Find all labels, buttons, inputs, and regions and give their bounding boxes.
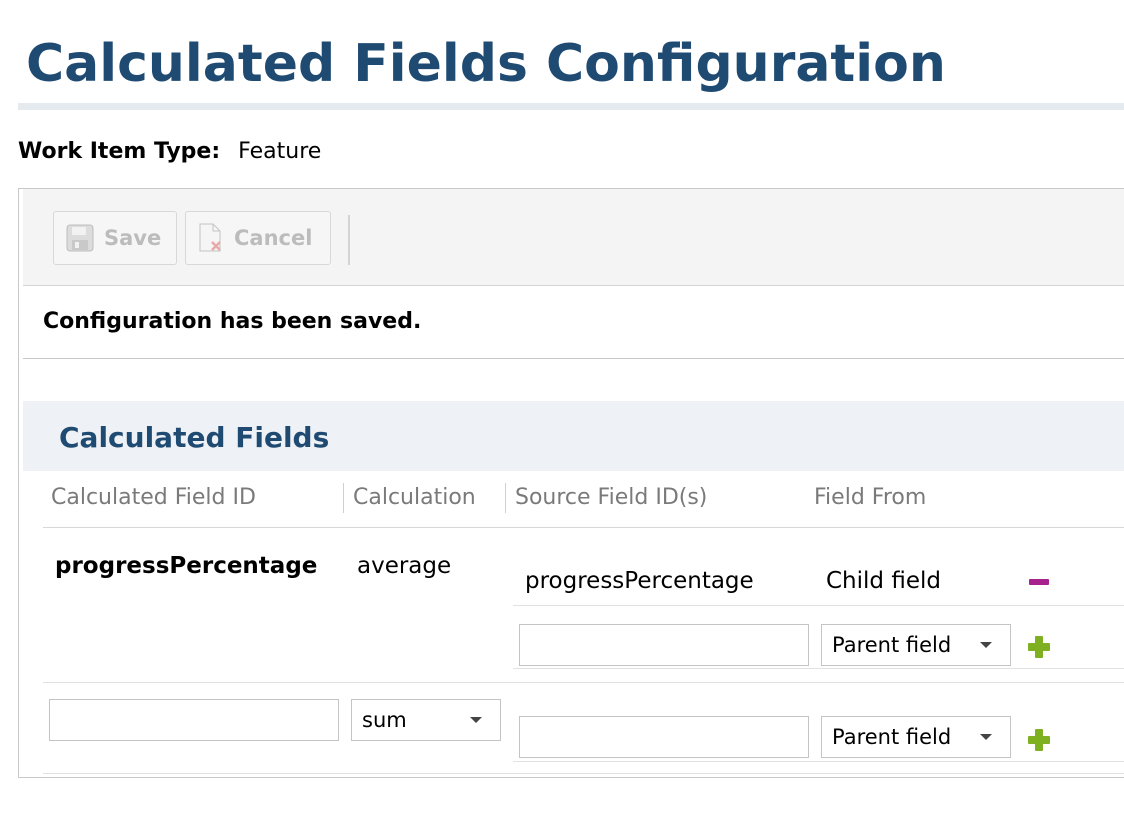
source-field-input[interactable] [519,624,809,666]
title-divider [18,103,1124,110]
save-button-label: Save [104,226,162,250]
status-divider [23,358,1124,359]
chevron-down-icon [980,642,992,648]
remove-source-button[interactable] [1029,579,1049,585]
calculation-select-value: sum [362,708,407,732]
page-title: Calculated Fields Configuration [26,34,946,94]
floppy-disk-icon [54,224,94,252]
cancel-button[interactable]: Cancel [185,211,331,265]
column-separator [505,483,506,513]
field-id-value: progressPercentage [55,553,318,579]
column-header-field-from: Field From [814,485,927,510]
toolbar: Save Cancel [23,189,1124,286]
save-button[interactable]: Save [53,211,177,265]
row-divider [43,773,1124,774]
calculation-value: average [357,553,452,579]
field-from-value: Child field [826,568,941,594]
field-from-select-value: Parent field [832,633,952,657]
cancel-button-label: Cancel [234,226,313,250]
source-field-value: progressPercentage [525,568,754,594]
chevron-down-icon [470,717,482,723]
toolbar-separator [348,215,350,265]
header-divider [43,527,1124,528]
row-divider [513,605,1124,606]
calculation-select[interactable]: sum [351,699,501,741]
new-source-field-input[interactable] [519,716,809,758]
work-item-type-label: Work Item Type: [18,139,221,164]
document-x-icon [186,223,224,253]
column-header-field-id: Calculated Field ID [51,485,256,510]
row-divider [513,761,1124,762]
chevron-down-icon [980,734,992,740]
add-source-button[interactable] [1028,636,1050,658]
section-title: Calculated Fields [59,421,330,454]
config-panel: Save Cancel Configuration has been saved… [18,188,1124,778]
new-field-id-input[interactable] [49,699,339,741]
field-from-select[interactable]: Parent field [821,624,1011,666]
work-item-type-row: Work Item Type: Feature [18,139,321,164]
new-field-from-select-value: Parent field [832,725,952,749]
status-message: Configuration has been saved. [43,309,422,334]
new-field-from-select[interactable]: Parent field [821,716,1011,758]
column-header-calculation: Calculation [353,485,476,510]
work-item-type-value: Feature [238,139,322,164]
add-source-button[interactable] [1028,729,1050,751]
column-header-source: Source Field ID(s) [515,485,708,510]
column-separator [343,483,344,513]
row-divider [513,668,1124,669]
row-divider [43,682,1124,683]
section-header: Calculated Fields [23,401,1124,471]
